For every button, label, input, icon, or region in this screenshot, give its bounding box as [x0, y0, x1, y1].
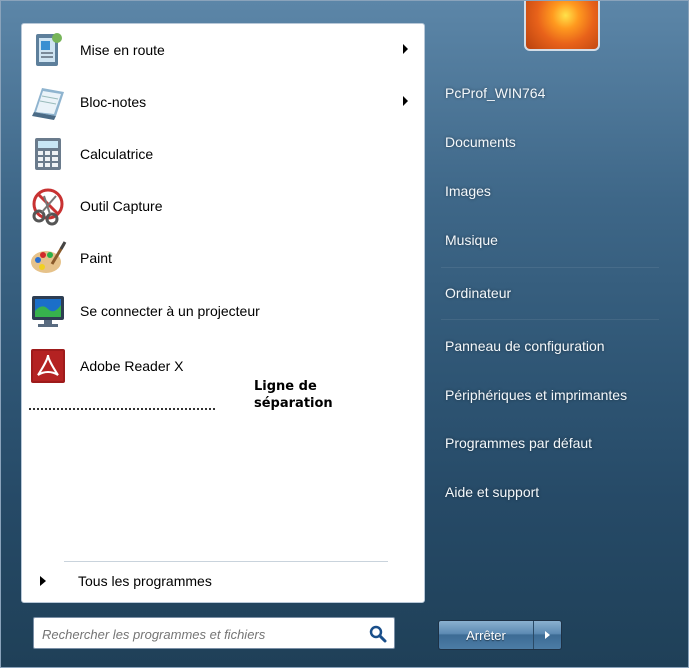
menu-item-label: Mise en route — [80, 42, 165, 58]
submenu-arrow-icon[interactable] — [403, 44, 408, 54]
triangle-right-icon — [40, 576, 46, 586]
right-item-devices-printers[interactable]: Périphériques et imprimantes — [445, 387, 627, 403]
right-item-computer[interactable]: Ordinateur — [445, 285, 511, 301]
snipping-tool-icon — [26, 184, 70, 228]
menu-item-label: Calculatrice — [80, 146, 154, 162]
right-separator — [441, 319, 659, 320]
shutdown-options-button[interactable] — [534, 621, 561, 649]
projector-monitor-icon — [26, 289, 70, 333]
menu-item-label: Se connecter à un projecteur — [80, 303, 260, 319]
annotation-line-2: séparation — [254, 396, 333, 411]
menu-item-projector[interactable]: Se connecter à un projecteur — [24, 287, 422, 335]
right-item-documents[interactable]: Documents — [445, 134, 516, 150]
separator-annotation: Ligne de séparation — [254, 378, 333, 412]
search-input[interactable] — [40, 622, 359, 646]
right-item-help-support[interactable]: Aide et support — [445, 484, 539, 500]
right-item-user[interactable]: PcProf_WIN764 — [445, 85, 545, 101]
menu-item-adobe-reader[interactable]: Adobe Reader X — [24, 342, 422, 390]
right-item-images[interactable]: Images — [445, 183, 491, 199]
user-avatar-picture[interactable] — [524, 1, 600, 51]
programs-panel: Mise en route Bloc-notes Calculatrice Ou… — [21, 23, 425, 603]
menu-item-label: Outil Capture — [80, 198, 163, 214]
menu-item-snipping-tool[interactable]: Outil Capture — [24, 182, 422, 230]
start-menu: Mise en route Bloc-notes Calculatrice Ou… — [0, 0, 689, 668]
menu-item-label: Paint — [80, 250, 112, 266]
all-programs-label: Tous les programmes — [78, 573, 212, 589]
adobe-reader-icon — [26, 344, 70, 388]
all-programs-button[interactable]: Tous les programmes — [36, 570, 336, 592]
search-box[interactable] — [33, 617, 395, 649]
all-programs-divider — [64, 561, 388, 562]
right-item-control-panel[interactable]: Panneau de configuration — [445, 338, 605, 354]
calculator-icon — [26, 132, 70, 176]
annotation-line-1: Ligne de — [254, 379, 317, 394]
shutdown-button[interactable]: Arrêter — [439, 621, 534, 649]
right-separator — [441, 267, 659, 268]
search-icon[interactable] — [368, 624, 388, 644]
right-item-music[interactable]: Musique — [445, 232, 498, 248]
paint-palette-icon — [26, 236, 70, 280]
getting-started-icon — [26, 28, 70, 72]
arrow-right-icon — [545, 631, 550, 639]
menu-item-paint[interactable]: Paint — [24, 234, 422, 282]
menu-item-getting-started[interactable]: Mise en route — [24, 26, 422, 74]
menu-item-label: Adobe Reader X — [80, 358, 184, 374]
separator-line — [29, 408, 215, 410]
right-item-default-programs[interactable]: Programmes par défaut — [445, 435, 592, 451]
notepad-icon — [26, 80, 70, 124]
shutdown-button-group: Arrêter — [438, 620, 562, 650]
menu-item-label: Bloc-notes — [80, 94, 147, 110]
menu-item-calculator[interactable]: Calculatrice — [24, 130, 422, 178]
submenu-arrow-icon[interactable] — [403, 96, 408, 106]
menu-item-notepad[interactable]: Bloc-notes — [24, 78, 422, 126]
